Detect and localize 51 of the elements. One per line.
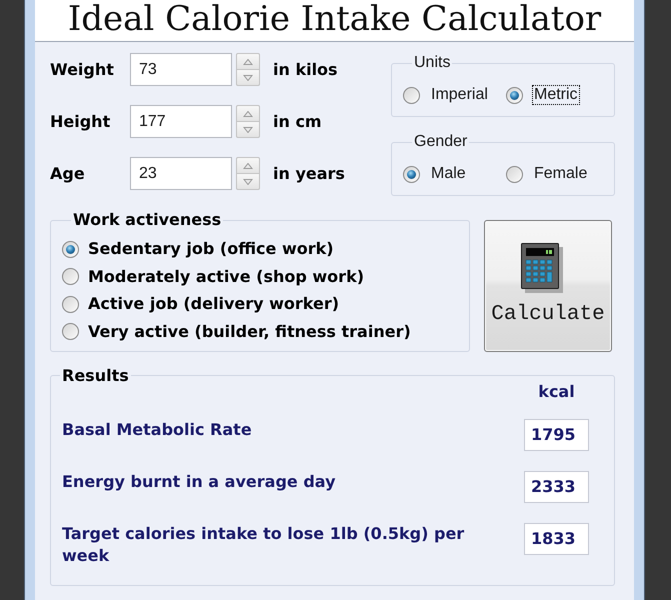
spin-down-button[interactable] bbox=[236, 70, 260, 86]
caret-up-icon bbox=[243, 162, 253, 168]
radio-button[interactable] bbox=[403, 86, 420, 104]
unit-header: kcal bbox=[537, 384, 576, 400]
radio-button[interactable] bbox=[62, 268, 79, 285]
result-field[interactable]: 1833 bbox=[524, 522, 589, 554]
caret-up-icon bbox=[243, 58, 253, 64]
field-label: Weight bbox=[50, 58, 115, 80]
result-field[interactable]: 2333 bbox=[524, 470, 589, 502]
radio-button[interactable] bbox=[62, 323, 79, 340]
field-label: Height bbox=[50, 110, 112, 132]
option-label[interactable]: Moderately active (shop work) bbox=[88, 268, 364, 286]
option-label[interactable]: Male bbox=[429, 164, 468, 184]
result-label: Target calories intake to lose 1lb (0.5kg) per week bbox=[62, 522, 466, 566]
spin-down-button[interactable] bbox=[236, 174, 260, 190]
radio-button[interactable] bbox=[506, 86, 523, 104]
spin-up-button[interactable] bbox=[236, 157, 260, 174]
result-field[interactable]: 1795 bbox=[524, 418, 589, 450]
caret-up-icon bbox=[243, 110, 253, 116]
caret-down-icon bbox=[243, 126, 253, 132]
unit-label: in cm bbox=[273, 110, 322, 132]
option-label[interactable]: Imperial bbox=[429, 85, 490, 105]
number-field[interactable]: 73 bbox=[130, 53, 232, 86]
radio-button[interactable] bbox=[403, 166, 420, 182]
calculator-icon bbox=[520, 242, 564, 294]
option-label[interactable]: Active job (delivery worker) bbox=[88, 295, 340, 313]
radio-button[interactable] bbox=[506, 166, 523, 182]
unit-label: in kilos bbox=[273, 58, 338, 80]
result-label: Energy burnt in a average day bbox=[62, 470, 336, 492]
option-label[interactable]: Metric bbox=[532, 85, 580, 105]
number-field[interactable]: 23 bbox=[130, 157, 232, 190]
spin-up-button[interactable] bbox=[236, 53, 260, 70]
result-label: Basal Metabolic Rate bbox=[62, 418, 253, 440]
spin-up-button[interactable] bbox=[236, 105, 260, 122]
option-label[interactable]: Female bbox=[532, 164, 590, 184]
option-label[interactable]: Sedentary job (office work) bbox=[88, 240, 334, 258]
spin-down-button[interactable] bbox=[236, 122, 260, 138]
unit-label: in years bbox=[273, 162, 345, 184]
group-title: Gender bbox=[413, 133, 468, 151]
group-title: Units bbox=[413, 54, 452, 72]
option-label[interactable]: Very active (builder, fitness trainer) bbox=[88, 322, 411, 340]
window-title: Ideal Calorie Intake Calculator bbox=[68, 0, 602, 41]
caret-down-icon bbox=[243, 74, 253, 80]
number-field[interactable]: 177 bbox=[130, 105, 232, 138]
calculate-button[interactable]: Calculate bbox=[484, 220, 612, 352]
group-title: Work activeness bbox=[72, 211, 222, 229]
radio-button[interactable] bbox=[62, 240, 79, 258]
radio-button[interactable] bbox=[62, 296, 79, 312]
group-title: Results bbox=[61, 368, 130, 384]
field-label: Age bbox=[50, 162, 86, 184]
caret-down-icon bbox=[243, 178, 253, 184]
